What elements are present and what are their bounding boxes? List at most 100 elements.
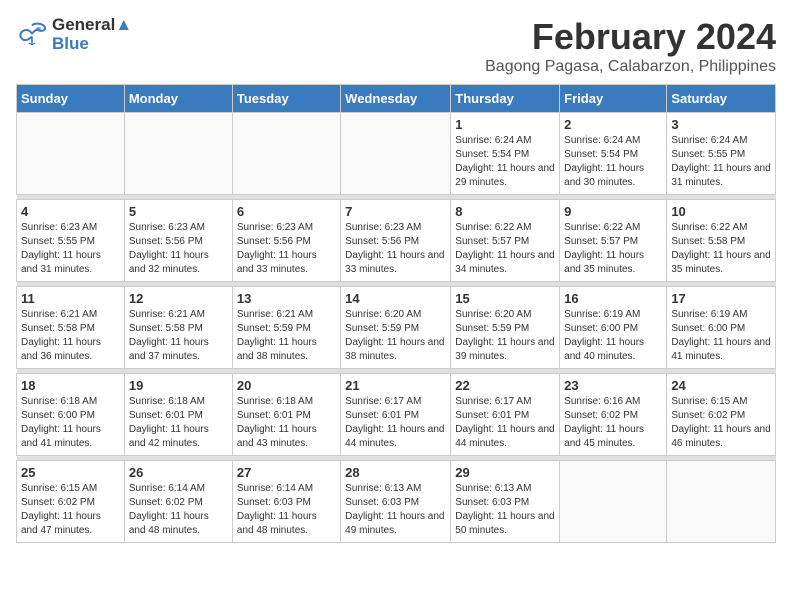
calendar-cell [17,113,125,195]
calendar-header-thursday: Thursday [451,85,560,113]
day-info: Sunrise: 6:14 AMSunset: 6:03 PMDaylight:… [237,483,317,536]
day-number: 8 [455,204,555,219]
day-number: 6 [237,204,336,219]
day-info: Sunrise: 6:23 AMSunset: 5:56 PMDaylight:… [237,222,317,275]
calendar-cell: 20 Sunrise: 6:18 AMSunset: 6:01 PMDaylig… [232,374,340,456]
day-number: 20 [237,378,336,393]
calendar-cell: 21 Sunrise: 6:17 AMSunset: 6:01 PMDaylig… [341,374,451,456]
day-number: 7 [345,204,446,219]
logo-text: General▲ Blue [52,16,132,53]
day-number: 9 [564,204,662,219]
calendar-cell: 14 Sunrise: 6:20 AMSunset: 5:59 PMDaylig… [341,287,451,369]
calendar-cell: 6 Sunrise: 6:23 AMSunset: 5:56 PMDayligh… [232,200,340,282]
day-info: Sunrise: 6:14 AMSunset: 6:02 PMDaylight:… [129,483,209,536]
day-info: Sunrise: 6:13 AMSunset: 6:03 PMDaylight:… [455,483,554,536]
day-number: 15 [455,291,555,306]
calendar-cell: 16 Sunrise: 6:19 AMSunset: 6:00 PMDaylig… [560,287,667,369]
calendar-cell: 5 Sunrise: 6:23 AMSunset: 5:56 PMDayligh… [124,200,232,282]
day-info: Sunrise: 6:24 AMSunset: 5:54 PMDaylight:… [455,135,554,188]
day-info: Sunrise: 6:17 AMSunset: 6:01 PMDaylight:… [455,396,554,449]
calendar-week-2: 4 Sunrise: 6:23 AMSunset: 5:55 PMDayligh… [17,200,776,282]
day-number: 26 [129,465,228,480]
calendar-header-sunday: Sunday [17,85,125,113]
calendar-cell: 19 Sunrise: 6:18 AMSunset: 6:01 PMDaylig… [124,374,232,456]
day-number: 25 [21,465,120,480]
day-info: Sunrise: 6:24 AMSunset: 5:55 PMDaylight:… [671,135,770,188]
day-number: 5 [129,204,228,219]
day-number: 16 [564,291,662,306]
calendar-cell: 24 Sunrise: 6:15 AMSunset: 6:02 PMDaylig… [667,374,776,456]
calendar-cell: 9 Sunrise: 6:22 AMSunset: 5:57 PMDayligh… [560,200,667,282]
logo: General▲ Blue [16,16,132,53]
calendar-header-wednesday: Wednesday [341,85,451,113]
calendar-cell: 8 Sunrise: 6:22 AMSunset: 5:57 PMDayligh… [451,200,560,282]
calendar-cell: 15 Sunrise: 6:20 AMSunset: 5:59 PMDaylig… [451,287,560,369]
day-info: Sunrise: 6:22 AMSunset: 5:57 PMDaylight:… [455,222,554,275]
day-info: Sunrise: 6:15 AMSunset: 6:02 PMDaylight:… [671,396,770,449]
calendar-cell: 29 Sunrise: 6:13 AMSunset: 6:03 PMDaylig… [451,461,560,543]
day-number: 22 [455,378,555,393]
calendar-cell: 23 Sunrise: 6:16 AMSunset: 6:02 PMDaylig… [560,374,667,456]
day-info: Sunrise: 6:21 AMSunset: 5:58 PMDaylight:… [129,309,209,362]
day-number: 24 [671,378,771,393]
day-number: 27 [237,465,336,480]
page-container: General▲ Blue February 2024 Bagong Pagas… [16,16,776,543]
calendar-header-tuesday: Tuesday [232,85,340,113]
day-info: Sunrise: 6:19 AMSunset: 6:00 PMDaylight:… [671,309,770,362]
day-number: 21 [345,378,446,393]
day-number: 12 [129,291,228,306]
calendar-cell: 3 Sunrise: 6:24 AMSunset: 5:55 PMDayligh… [667,113,776,195]
day-number: 1 [455,117,555,132]
day-info: Sunrise: 6:21 AMSunset: 5:59 PMDaylight:… [237,309,317,362]
calendar-cell: 25 Sunrise: 6:15 AMSunset: 6:02 PMDaylig… [17,461,125,543]
day-number: 13 [237,291,336,306]
day-info: Sunrise: 6:21 AMSunset: 5:58 PMDaylight:… [21,309,101,362]
calendar-cell: 7 Sunrise: 6:23 AMSunset: 5:56 PMDayligh… [341,200,451,282]
calendar-cell: 26 Sunrise: 6:14 AMSunset: 6:02 PMDaylig… [124,461,232,543]
day-number: 11 [21,291,120,306]
calendar-cell: 28 Sunrise: 6:13 AMSunset: 6:03 PMDaylig… [341,461,451,543]
day-info: Sunrise: 6:13 AMSunset: 6:03 PMDaylight:… [345,483,444,536]
calendar-week-5: 25 Sunrise: 6:15 AMSunset: 6:02 PMDaylig… [17,461,776,543]
calendar-cell: 4 Sunrise: 6:23 AMSunset: 5:55 PMDayligh… [17,200,125,282]
day-number: 17 [671,291,771,306]
day-number: 4 [21,204,120,219]
day-number: 29 [455,465,555,480]
day-info: Sunrise: 6:15 AMSunset: 6:02 PMDaylight:… [21,483,101,536]
day-info: Sunrise: 6:17 AMSunset: 6:01 PMDaylight:… [345,396,444,449]
calendar-header-saturday: Saturday [667,85,776,113]
day-info: Sunrise: 6:16 AMSunset: 6:02 PMDaylight:… [564,396,644,449]
day-info: Sunrise: 6:18 AMSunset: 6:01 PMDaylight:… [237,396,317,449]
day-info: Sunrise: 6:22 AMSunset: 5:57 PMDaylight:… [564,222,644,275]
calendar-week-4: 18 Sunrise: 6:18 AMSunset: 6:00 PMDaylig… [17,374,776,456]
calendar-cell [232,113,340,195]
day-number: 14 [345,291,446,306]
day-number: 18 [21,378,120,393]
calendar-header-friday: Friday [560,85,667,113]
calendar-cell: 2 Sunrise: 6:24 AMSunset: 5:54 PMDayligh… [560,113,667,195]
calendar-cell: 22 Sunrise: 6:17 AMSunset: 6:01 PMDaylig… [451,374,560,456]
calendar-cell: 11 Sunrise: 6:21 AMSunset: 5:58 PMDaylig… [17,287,125,369]
calendar-cell: 10 Sunrise: 6:22 AMSunset: 5:58 PMDaylig… [667,200,776,282]
calendar-cell: 18 Sunrise: 6:18 AMSunset: 6:00 PMDaylig… [17,374,125,456]
subtitle: Bagong Pagasa, Calabarzon, Philippines [485,58,776,76]
calendar-week-3: 11 Sunrise: 6:21 AMSunset: 5:58 PMDaylig… [17,287,776,369]
calendar-cell: 27 Sunrise: 6:14 AMSunset: 6:03 PMDaylig… [232,461,340,543]
calendar-cell: 1 Sunrise: 6:24 AMSunset: 5:54 PMDayligh… [451,113,560,195]
day-number: 19 [129,378,228,393]
calendar-cell: 13 Sunrise: 6:21 AMSunset: 5:59 PMDaylig… [232,287,340,369]
calendar-week-1: 1 Sunrise: 6:24 AMSunset: 5:54 PMDayligh… [17,113,776,195]
calendar-cell: 17 Sunrise: 6:19 AMSunset: 6:00 PMDaylig… [667,287,776,369]
day-number: 2 [564,117,662,132]
day-info: Sunrise: 6:18 AMSunset: 6:00 PMDaylight:… [21,396,101,449]
day-number: 28 [345,465,446,480]
title-section: February 2024 Bagong Pagasa, Calabarzon,… [485,16,776,76]
calendar-header-row: SundayMondayTuesdayWednesdayThursdayFrid… [17,85,776,113]
calendar-cell [124,113,232,195]
logo-icon [16,19,48,51]
day-info: Sunrise: 6:23 AMSunset: 5:55 PMDaylight:… [21,222,101,275]
day-number: 23 [564,378,662,393]
day-info: Sunrise: 6:24 AMSunset: 5:54 PMDaylight:… [564,135,644,188]
day-info: Sunrise: 6:23 AMSunset: 5:56 PMDaylight:… [129,222,209,275]
day-info: Sunrise: 6:19 AMSunset: 6:00 PMDaylight:… [564,309,644,362]
